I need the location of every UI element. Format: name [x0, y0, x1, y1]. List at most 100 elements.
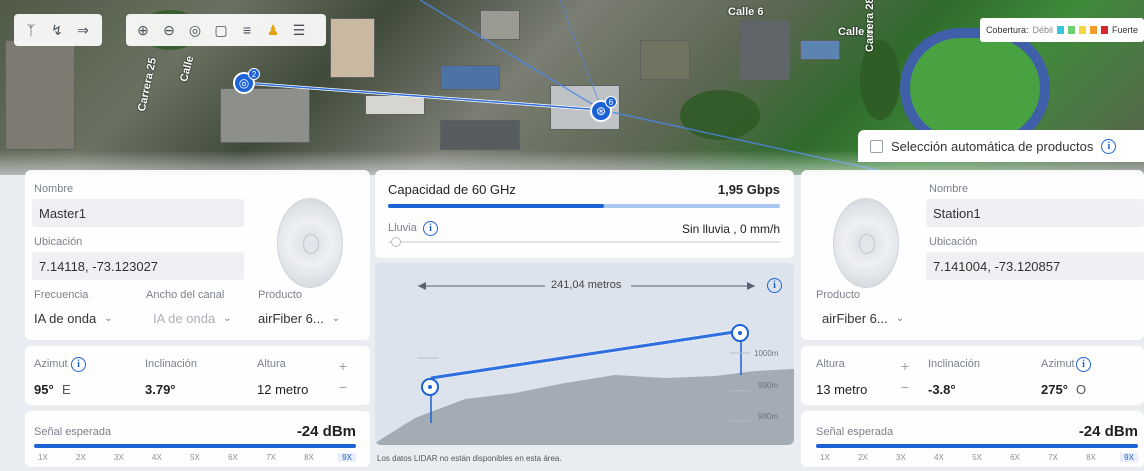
scale-tick: 2X: [858, 453, 868, 462]
chevron-down-icon: ⌄: [895, 312, 905, 324]
master-location-field[interactable]: 7.14118, -73.123027: [32, 252, 244, 280]
height-increment-button[interactable]: +: [333, 356, 353, 376]
filter-icon[interactable]: ⇒: [72, 19, 94, 41]
info-icon[interactable]: i: [1076, 357, 1091, 372]
height-decrement-button[interactable]: −: [333, 377, 353, 397]
map-toolbar-tools: ᛉ ↯ ⇒: [14, 14, 102, 46]
station-height-value[interactable]: 13 metro: [816, 382, 867, 397]
link-capacity-card: Capacidad de 60 GHz 1,95 Gbps Lluvia i S…: [375, 170, 794, 258]
station-signal-value: -24 dBm: [1078, 423, 1138, 440]
master-azimuth-direction: E: [62, 382, 71, 397]
marker-count-badge: 6: [605, 96, 617, 108]
scale-tick-active: 9X: [338, 453, 356, 462]
scale-tick: 1X: [38, 453, 48, 462]
master-tilt-value[interactable]: 3.79°: [145, 382, 176, 397]
master-width-value: IA de onda: [153, 310, 216, 326]
master-freq-value: IA de onda: [34, 310, 97, 326]
rain-slider-handle[interactable]: [391, 237, 401, 247]
globe-icon: ◎: [238, 76, 250, 90]
master-product-value: airFiber 6...: [258, 310, 324, 326]
master-width-label: Ancho del canal: [146, 289, 225, 301]
master-width-select[interactable]: IA de onda ⌄: [147, 304, 247, 332]
scale-tick: 8X: [1086, 453, 1096, 462]
station-signal-card: Señal esperada -24 dBm 1X 2X 3X 4X 5X 6X…: [801, 411, 1144, 467]
rain-slider-track[interactable]: [388, 241, 780, 243]
info-icon[interactable]: i: [767, 278, 782, 293]
settings-icon[interactable]: ☰: [288, 19, 310, 41]
station-tilt-value[interactable]: -3.8°: [928, 382, 956, 397]
height-increment-button[interactable]: +: [895, 356, 915, 376]
master-product-select[interactable]: airFiber 6... ⌄: [252, 304, 362, 332]
locate-icon[interactable]: ◎: [184, 19, 206, 41]
nodes-icon[interactable]: ᛉ: [20, 19, 42, 41]
scale-tick: 7X: [1048, 453, 1058, 462]
info-icon[interactable]: i: [423, 221, 438, 236]
person-icon[interactable]: ♟: [262, 19, 284, 41]
elevation-label: 1000m: [754, 349, 779, 358]
station-product-label: Producto: [816, 289, 861, 301]
master-orientation-card: Azimut i 95° E Inclinación 3.79° Altura …: [25, 346, 370, 405]
master-name-label: Nombre: [34, 183, 74, 195]
station-location-field[interactable]: 7.141004, -73.120857: [926, 252, 1144, 280]
master-height-label: Altura: [257, 358, 286, 370]
master-card: Nombre Master1 Ubicación 7.14118, -73.12…: [25, 170, 370, 340]
station-product-select[interactable]: airFiber 6... ⌄: [816, 304, 926, 332]
distance-value: 241,04 metros: [551, 279, 622, 291]
legend-swatch: [1100, 26, 1108, 34]
master-height-value[interactable]: 12 metro: [257, 382, 308, 397]
scale-tick: 3X: [896, 453, 906, 462]
station-azimuth-label: Azimut: [1041, 358, 1075, 370]
legend-swatch: [1067, 26, 1075, 34]
elevation-label: 990m: [758, 381, 779, 390]
station-height-label: Altura: [816, 358, 845, 370]
chevron-down-icon: ⌄: [104, 312, 113, 324]
station-antenna-point[interactable]: [731, 324, 749, 342]
station-azimuth-value[interactable]: 275°: [1041, 382, 1068, 397]
station-location-label: Ubicación: [929, 236, 978, 248]
legend-swatch: [1056, 26, 1064, 34]
master-azimuth-value[interactable]: 95°: [34, 382, 54, 397]
marker-count-badge: 2: [248, 68, 260, 80]
station-name-field[interactable]: Station1: [926, 199, 1144, 227]
scale-tick: 8X: [304, 453, 314, 462]
master-freq-label: Frecuencia: [34, 289, 89, 301]
scale-tick: 2X: [76, 453, 86, 462]
info-icon[interactable]: i: [1101, 138, 1117, 154]
station-signal-bar: [816, 444, 1138, 448]
master-freq-select[interactable]: IA de onda ⌄: [28, 304, 130, 332]
layers-icon[interactable]: ≡: [236, 19, 258, 41]
elevation-profile: 241,04 metros i 1000m 990m 980m: [375, 263, 794, 445]
station-orientation-card: Altura 13 metro + − Inclinación -3.8° Az…: [801, 346, 1144, 405]
zoom-in-icon[interactable]: ⊕: [132, 19, 154, 41]
legend-swatch: [1089, 26, 1097, 34]
capacity-value: 1,95 Gbps: [717, 182, 780, 197]
master-antenna-point[interactable]: [421, 378, 439, 396]
station-product-value: airFiber 6...: [822, 310, 888, 326]
chevron-down-icon: ⌄: [223, 312, 232, 324]
master-marker[interactable]: ◎ 2: [233, 68, 260, 94]
master-tilt-label: Inclinación: [145, 358, 197, 370]
capacity-fill: [388, 204, 604, 208]
capacity-label: Capacidad de 60 GHz: [388, 182, 516, 197]
elevation-label: 980m: [758, 412, 779, 421]
info-icon[interactable]: i: [71, 357, 86, 372]
scale-tick: 6X: [228, 453, 238, 462]
scale-tick: 3X: [114, 453, 124, 462]
auto-select-checkbox[interactable]: [870, 139, 883, 153]
legend-weak-label: Débil: [1032, 25, 1053, 35]
station-antenna-image: [833, 198, 899, 288]
master-azimuth-label: Azimut: [34, 358, 68, 370]
station-marker[interactable]: ⊛ 6: [590, 96, 617, 122]
zoom-out-icon[interactable]: ⊖: [158, 19, 180, 41]
auto-select-products[interactable]: Selección automática de productos i: [858, 130, 1144, 162]
fullscreen-icon[interactable]: ▢: [210, 19, 232, 41]
rain-value: Sin lluvia , 0 mm/h: [681, 222, 780, 236]
master-name-field[interactable]: Master1: [32, 199, 244, 227]
height-decrement-button[interactable]: −: [895, 377, 915, 397]
master-signal-fill: [34, 444, 356, 448]
master-signal-value: -24 dBm: [296, 423, 356, 440]
master-antenna-image: [277, 198, 343, 288]
scale-tick: 4X: [934, 453, 944, 462]
link-icon[interactable]: ↯: [46, 19, 68, 41]
station-signal-label: Señal esperada: [816, 426, 894, 438]
